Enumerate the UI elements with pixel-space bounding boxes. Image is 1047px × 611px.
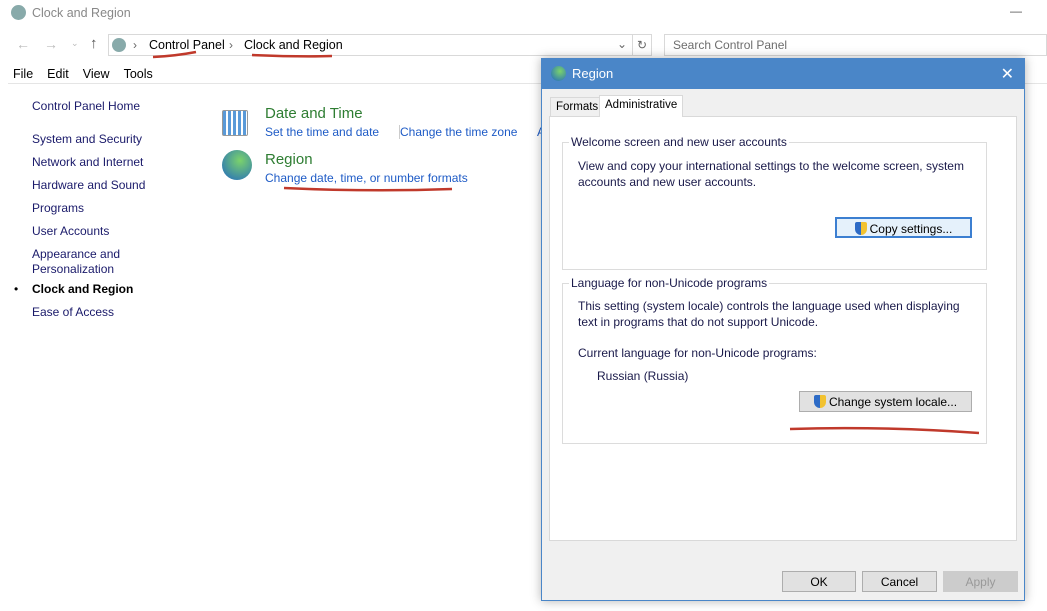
copy-settings-button[interactable]: Copy settings... — [835, 217, 972, 238]
current-locale-value: Russian (Russia) — [597, 369, 689, 383]
dialog-titlebar: Region ✕ — [542, 59, 1024, 89]
change-system-locale-button[interactable]: Change system locale... — [799, 391, 972, 412]
annotation-stroke — [283, 186, 453, 192]
region-dialog: Region ✕ Formats Administrative Welcome … — [541, 58, 1025, 601]
tab-formats[interactable]: Formats — [550, 97, 605, 117]
tab-panel: Welcome screen and new user accounts Vie… — [549, 116, 1017, 541]
apply-button[interactable]: Apply — [943, 571, 1018, 592]
annotation-stroke — [152, 50, 197, 59]
welcome-legend: Welcome screen and new user accounts — [569, 135, 789, 149]
ok-button[interactable]: OK — [782, 571, 856, 592]
copy-settings-label: Copy settings... — [869, 222, 953, 236]
tab-administrative[interactable]: Administrative — [599, 95, 684, 117]
change-locale-label: Change system locale... — [828, 395, 958, 409]
dialog-title: Region — [572, 66, 614, 81]
annotation-stroke — [251, 53, 333, 58]
locale-legend: Language for non-Unicode programs — [569, 276, 770, 290]
current-locale-label: Current language for non-Unicode program… — [578, 346, 817, 360]
region-icon — [551, 66, 566, 81]
welcome-group: Welcome screen and new user accounts Vie… — [562, 135, 987, 270]
shield-icon — [813, 395, 826, 408]
shield-icon — [854, 222, 867, 235]
locale-text: This setting (system locale) controls th… — [578, 299, 960, 329]
cancel-button[interactable]: Cancel — [862, 571, 937, 592]
locale-group: Language for non-Unicode programs This s… — [562, 276, 987, 444]
welcome-text: View and copy your international setting… — [578, 159, 964, 189]
close-icon[interactable]: ✕ — [1001, 64, 1014, 84]
